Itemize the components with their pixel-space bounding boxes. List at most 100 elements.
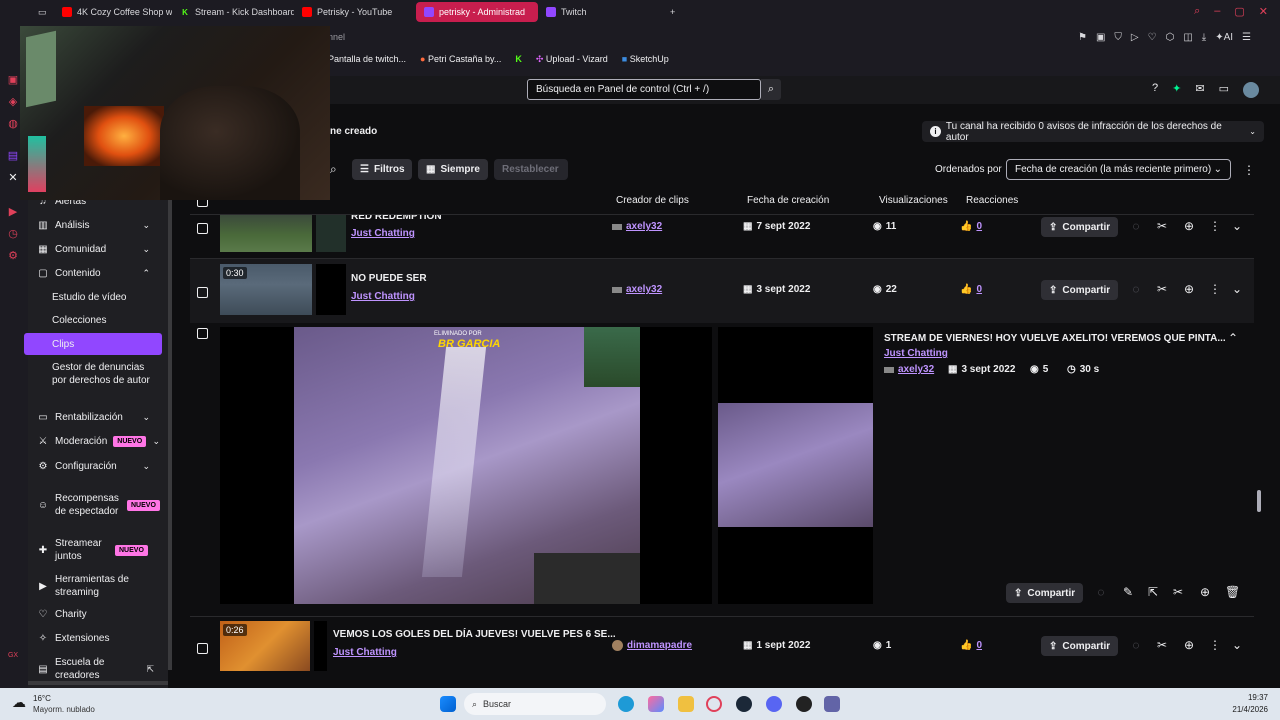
reset-button[interactable]: Restablecer — [494, 159, 568, 180]
tab-twitch[interactable]: Twitch — [538, 2, 662, 22]
steam-icon[interactable] — [736, 696, 752, 712]
bookmark-kick[interactable]: K — [515, 54, 522, 65]
clip-creator[interactable]: axely32 — [884, 364, 934, 375]
cube-icon[interactable]: ◫ — [1183, 32, 1192, 43]
copyright-notice[interactable]: i Tu canal ha recibido 0 avisos de infra… — [922, 121, 1264, 143]
nav-comunidad[interactable]: ▦ Comunidad ⌄ — [28, 238, 162, 260]
loading-icon[interactable]: ◌ — [1129, 219, 1143, 233]
more-options-icon[interactable]: ⋮ — [1243, 163, 1255, 177]
more-options-icon[interactable]: ⋮ — [1208, 219, 1222, 233]
sidebar-hscrollbar[interactable] — [28, 681, 168, 685]
clip-title[interactable]: VEMOS LOS GOLES DEL DÍA JUEVES! VUELVE P… — [333, 629, 616, 640]
column-reactions[interactable]: Reacciones — [966, 195, 1018, 206]
clip-thumbnail[interactable]: 0:30 — [220, 264, 312, 315]
tab-cozy-coffee[interactable]: 4K Cozy Coffee Shop with — [54, 2, 172, 22]
share-button[interactable]: ⇪ Compartir — [1006, 583, 1084, 603]
sidebar-settings-icon[interactable]: ⚙ — [7, 250, 19, 262]
nav-rentabilizacion[interactable]: ▭ Rentabilización ⌄ — [28, 406, 162, 428]
nav-contenido[interactable]: ▢ Contenido ⌃ — [28, 262, 162, 284]
play-icon[interactable]: ▷ — [1131, 32, 1139, 43]
scissors-icon[interactable]: ✂ — [1155, 219, 1169, 233]
clip-category-link[interactable]: Just Chatting — [351, 291, 415, 302]
bookmark-vizard[interactable]: ✣ Upload - Vizard — [536, 54, 608, 65]
sidebar-history-icon[interactable]: ◷ — [7, 228, 19, 240]
tab-petrisky-youtube[interactable]: Petrisky - YouTube — [294, 2, 416, 22]
address-text[interactable]: nnel — [328, 32, 345, 42]
taskbar-search-box[interactable]: ⌕ Buscar — [464, 693, 606, 715]
search-button[interactable]: ⌕ — [761, 79, 781, 100]
close-window-icon[interactable]: ✕ — [1259, 5, 1268, 18]
chevron-down-icon[interactable]: ⌄ — [1230, 282, 1244, 296]
bookmark-pantalla[interactable]: Pantalla de twitch... — [328, 54, 406, 65]
more-options-icon[interactable]: ⋮ — [1208, 282, 1222, 296]
clip-reactions[interactable]: 👍 0 — [960, 640, 982, 651]
clip-thumbnail[interactable] — [220, 215, 312, 252]
clip-video-player[interactable]: ELIMINADO POR BR GARCIA — [220, 327, 712, 604]
loading-icon[interactable]: ◌ — [1129, 282, 1143, 296]
dashboard-search-input[interactable]: Búsqueda en Panel de control (Ctrl + /) — [527, 79, 761, 100]
sort-select[interactable]: Fecha de creación (la más reciente prime… — [1006, 159, 1231, 180]
clip-thumbnail[interactable]: 0:26 — [220, 621, 310, 671]
nav-escuela[interactable]: ▤ Escuela de creadores ⇱ — [28, 656, 162, 682]
row-checkbox[interactable] — [197, 287, 208, 298]
teams-icon[interactable] — [824, 696, 840, 712]
nav-configuracion[interactable]: ⚙ Configuración ⌄ — [28, 455, 162, 477]
extensions-icon[interactable]: ⬡ — [1166, 32, 1175, 43]
chat-icon[interactable]: ▭ — [1219, 82, 1229, 98]
clip-category-link[interactable]: Just Chatting — [884, 348, 948, 359]
share-button[interactable]: ⇪ Compartir — [1041, 217, 1119, 237]
clip-category-link[interactable]: Just Chatting — [351, 228, 415, 239]
download-icon[interactable]: ⤓ — [1202, 32, 1206, 43]
bookmark-sketchup[interactable]: ■ SketchUp — [622, 54, 669, 65]
mail-icon[interactable]: ✉ — [1195, 82, 1204, 98]
clip-thumbnail-small[interactable] — [314, 621, 327, 671]
row-checkbox[interactable] — [197, 328, 208, 339]
clip-vertical-preview[interactable] — [718, 327, 873, 604]
sidebar-whatsapp-icon[interactable]: ◍ — [7, 118, 19, 130]
clock-date[interactable]: 21/4/2026 — [1222, 705, 1268, 714]
share-button[interactable]: ⇪ Compartir — [1041, 280, 1119, 300]
clip-creator[interactable]: dimamapadre — [612, 640, 692, 651]
chevron-down-icon[interactable]: ⌄ — [1230, 219, 1244, 233]
column-creator[interactable]: Creador de clips — [616, 195, 689, 206]
snapshot-icon[interactable]: ▣ — [1096, 32, 1105, 43]
chevron-up-icon[interactable]: ⌃ — [1226, 331, 1240, 345]
share-button[interactable]: ⇪ Compartir — [1041, 636, 1119, 656]
table-row[interactable]: 0:30 NO PUEDE SER Just Chatting axely32 … — [190, 259, 1254, 323]
nav-estudio-video[interactable]: Estudio de vídeo — [52, 291, 127, 304]
chevron-down-icon[interactable]: ⌄ — [1230, 638, 1244, 652]
tab-kick-dashboard[interactable]: K Stream - Kick Dashboard — [172, 2, 294, 22]
minimize-icon[interactable]: – — [1214, 5, 1220, 18]
filter-search-icon[interactable]: ⌕ — [330, 162, 337, 177]
external-link-icon[interactable]: ⇱ — [1146, 585, 1160, 599]
menu-icon[interactable]: ☰ — [1242, 32, 1251, 43]
tab-switcher-icon[interactable]: ▭ — [34, 2, 54, 22]
date-range-button[interactable]: ▦ Siempre — [418, 159, 488, 180]
weather-temp[interactable]: 16°C — [33, 694, 51, 703]
filters-button[interactable]: ☰ Filtros — [352, 159, 412, 180]
search-tabs-icon[interactable]: ⌕ — [1194, 5, 1200, 18]
nav-copyright-manager[interactable]: Gestor de denuncias por derechos de auto… — [52, 361, 152, 387]
shield-icon[interactable]: ⛉ — [1114, 32, 1122, 43]
obs-icon[interactable] — [796, 696, 812, 712]
clip-title[interactable]: NO PUEDE SER — [351, 273, 427, 284]
clip-thumbnail-small[interactable] — [316, 264, 346, 315]
bookmark-petri[interactable]: ● Petri Castaña by... — [420, 54, 501, 65]
windows-start-icon[interactable] — [440, 696, 456, 712]
new-tab-button[interactable]: + — [662, 2, 682, 22]
sidebar-scrollbar[interactable] — [168, 190, 172, 670]
nav-clips[interactable]: Clips — [52, 338, 74, 351]
maximize-icon[interactable]: ▢ — [1234, 5, 1244, 18]
add-circle-icon[interactable]: ⊕ — [1182, 219, 1196, 233]
nav-streamear-juntos[interactable]: ✚ Streamear juntos NUEVO — [28, 536, 162, 564]
edge-icon[interactable] — [618, 696, 634, 712]
discord-icon[interactable] — [766, 696, 782, 712]
table-row[interactable]: 0:26 VEMOS LOS GOLES DEL DÍA JUEVES! VUE… — [190, 617, 1254, 673]
nav-recompensas[interactable]: ☺ Recompensas de espectador NUEVO — [28, 485, 162, 525]
clip-creator[interactable]: axely32 — [612, 284, 662, 295]
opera-icon[interactable] — [706, 696, 722, 712]
clip-creator[interactable]: axely32 — [612, 221, 662, 232]
add-circle-icon[interactable]: ⊕ — [1182, 282, 1196, 296]
ai-icon[interactable]: ✦AI — [1215, 32, 1233, 43]
copilot-icon[interactable] — [648, 696, 664, 712]
